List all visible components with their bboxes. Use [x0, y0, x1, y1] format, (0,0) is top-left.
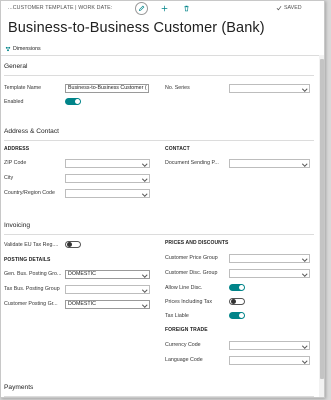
- page-window: ...CUSTOMER TEMPLATE | WORK DATE: SAVED …: [0, 0, 325, 398]
- language-code-label: Language Code: [165, 357, 203, 363]
- gen-bus-posting-label: Gen. Bus. Posting Gro...: [4, 271, 62, 277]
- language-code-select[interactable]: [229, 356, 310, 365]
- posting-details-heading: POSTING DETAILS: [4, 257, 51, 263]
- saved-status: SAVED: [276, 5, 302, 11]
- no-series-label: No. Series: [165, 85, 190, 91]
- divider: [4, 396, 314, 397]
- allow-line-disc-toggle[interactable]: [229, 284, 245, 291]
- allow-line-disc-label: Allow Line Disc.: [165, 285, 203, 291]
- saved-label: SAVED: [284, 5, 302, 11]
- page-title: Business-to-Business Customer (Bank): [8, 20, 265, 36]
- section-invoicing-title[interactable]: Invoicing: [4, 222, 30, 229]
- address-heading: ADDRESS: [4, 146, 30, 152]
- breadcrumb[interactable]: ...CUSTOMER TEMPLATE | WORK DATE:: [8, 5, 112, 11]
- pencil-icon: [139, 5, 145, 11]
- zip-code-label: ZIP Code: [4, 160, 27, 166]
- enabled-label: Enabled: [4, 99, 24, 105]
- contact-heading: CONTACT: [165, 146, 190, 152]
- zip-code-select[interactable]: [65, 159, 150, 168]
- currency-code-label: Currency Code: [165, 342, 201, 348]
- prices-including-tax-toggle[interactable]: [229, 298, 245, 305]
- divider: [1, 55, 319, 56]
- divider: [4, 75, 314, 76]
- new-button[interactable]: [158, 2, 171, 15]
- template-name-field[interactable]: Business-to-Business Customer (: [65, 84, 149, 93]
- city-select[interactable]: [65, 174, 150, 183]
- section-address-title[interactable]: Address & Contact: [4, 128, 59, 135]
- tax-bus-posting-select[interactable]: [65, 285, 150, 294]
- gen-bus-posting-select[interactable]: DOMESTIC: [65, 270, 150, 279]
- document-sending-label: Document Sending P...: [165, 160, 219, 166]
- trash-icon: [184, 5, 189, 12]
- edit-button[interactable]: [135, 2, 148, 15]
- section-payments-title[interactable]: Payments: [4, 384, 33, 391]
- customer-posting-select[interactable]: DOMESTIC: [65, 300, 150, 309]
- currency-code-select[interactable]: [229, 341, 310, 350]
- dimensions-action[interactable]: Dimensions: [5, 44, 41, 53]
- delete-button[interactable]: [180, 2, 193, 15]
- enabled-toggle[interactable]: [65, 98, 81, 105]
- vertical-scrollbar[interactable]: [319, 55, 324, 397]
- tax-bus-posting-label: Tax Bus. Posting Group: [4, 286, 60, 292]
- prices-including-tax-label: Prices Including Tax: [165, 299, 213, 305]
- customer-posting-label: Customer Posting Gr...: [4, 301, 58, 307]
- checkmark-icon: [276, 5, 282, 11]
- validate-tax-label: Validate EU Tax Reg....: [4, 242, 59, 248]
- scrollbar-thumb[interactable]: [320, 59, 324, 379]
- country-select[interactable]: [65, 189, 150, 198]
- top-bar: ...CUSTOMER TEMPLATE | WORK DATE: SAVED: [1, 1, 324, 17]
- customer-disc-group-select[interactable]: [229, 269, 310, 278]
- document-sending-select[interactable]: [229, 159, 310, 168]
- dimensions-icon: [5, 46, 11, 51]
- customer-price-group-select[interactable]: [229, 254, 310, 263]
- country-label: Country/Region Code: [4, 190, 55, 196]
- customer-disc-group-label: Customer Disc. Group: [165, 270, 218, 276]
- template-name-label: Template Name: [4, 85, 42, 91]
- tax-liable-label: Tax Liable: [165, 313, 189, 319]
- validate-tax-toggle[interactable]: [65, 241, 81, 248]
- customer-price-group-label: Customer Price Group: [165, 255, 218, 261]
- foreign-trade-heading: FOREIGN TRADE: [165, 327, 208, 333]
- divider: [4, 140, 314, 141]
- no-series-select[interactable]: [229, 84, 310, 93]
- plus-icon: [161, 5, 168, 12]
- city-label: City: [4, 175, 14, 181]
- tax-liable-toggle[interactable]: [229, 312, 245, 319]
- divider: [4, 234, 314, 235]
- prices-discounts-heading: PRICES AND DISCOUNTS: [165, 240, 229, 246]
- section-general-title[interactable]: General: [4, 63, 27, 70]
- dimensions-label: Dimensions: [13, 45, 41, 52]
